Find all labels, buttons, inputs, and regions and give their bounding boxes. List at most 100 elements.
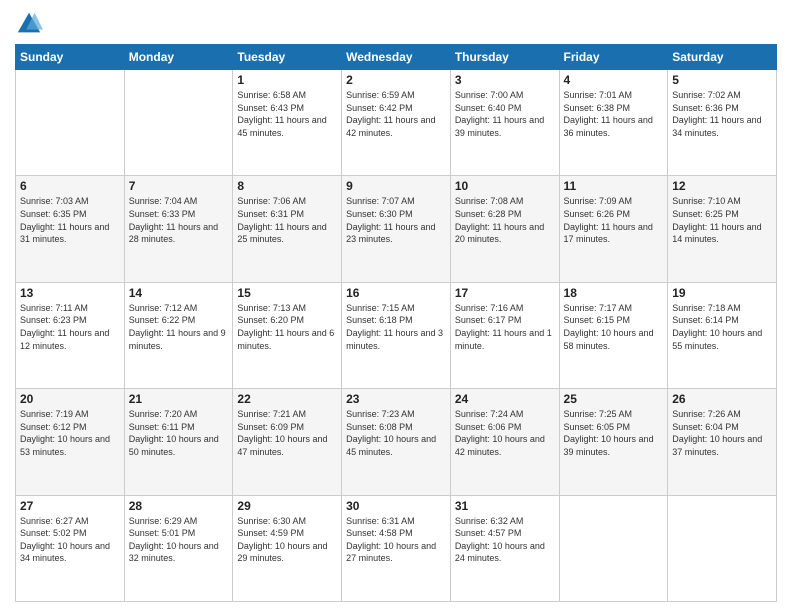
day-info: Sunrise: 7:21 AM Sunset: 6:09 PM Dayligh…: [237, 408, 337, 458]
table-row: 10Sunrise: 7:08 AM Sunset: 6:28 PM Dayli…: [450, 176, 559, 282]
table-row: [559, 495, 668, 601]
table-row: 14 Sunrise: 7:12 AM Sunset: 6:22 PM Dayli…: [124, 282, 233, 388]
calendar-week-row: 20 Sunrise: 7:19 AM Sunset: 6:12 PM Dayli…: [16, 389, 777, 495]
day-info: Sunrise: 7:25 AM Sunset: 6:05 PM Dayligh…: [564, 408, 664, 458]
day-number: 11: [564, 179, 664, 193]
logo: [15, 10, 47, 38]
day-info: Sunrise: 7:03 AM Sunset: 6:35 PM Dayligh…: [20, 195, 120, 245]
table-row: 17Sunrise: 7:16 AM Sunset: 6:17 PM Dayli…: [450, 282, 559, 388]
day-number: 26: [672, 392, 772, 406]
day-info: Sunrise: 6:30 AM Sunset: 4:59 PM Dayligh…: [237, 515, 337, 565]
day-number: 14: [129, 286, 229, 300]
calendar-week-row: 1 Sunrise: 6:58 AM Sunset: 6:43 PM Daylig…: [16, 70, 777, 176]
header-thursday: Thursday: [450, 45, 559, 70]
day-info: Sunrise: 6:31 AM Sunset: 4:58 PM Dayligh…: [346, 515, 446, 565]
day-info: Sunrise: 7:04 AM Sunset: 6:33 PM Dayligh…: [129, 195, 229, 245]
day-number: 30: [346, 499, 446, 513]
day-info: Sunrise: 6:58 AM Sunset: 6:43 PM Dayligh…: [237, 89, 337, 139]
calendar-week-row: 27 Sunrise: 6:27 AM Sunset: 5:02 PM Dayli…: [16, 495, 777, 601]
header: [15, 10, 777, 38]
day-number: 8: [237, 179, 337, 193]
day-number: 20: [20, 392, 120, 406]
table-row: 12Sunrise: 7:10 AM Sunset: 6:25 PM Dayli…: [668, 176, 777, 282]
day-number: 6: [20, 179, 120, 193]
table-row: 8 Sunrise: 7:06 AM Sunset: 6:31 PM Daylig…: [233, 176, 342, 282]
calendar-week-row: 6 Sunrise: 7:03 AM Sunset: 6:35 PM Daylig…: [16, 176, 777, 282]
day-number: 16: [346, 286, 446, 300]
day-info: Sunrise: 7:06 AM Sunset: 6:31 PM Dayligh…: [237, 195, 337, 245]
day-info: Sunrise: 7:11 AM Sunset: 6:23 PM Dayligh…: [20, 302, 120, 352]
table-row: 22 Sunrise: 7:21 AM Sunset: 6:09 PM Dayli…: [233, 389, 342, 495]
day-info: Sunrise: 7:17 AM Sunset: 6:15 PM Dayligh…: [564, 302, 664, 352]
day-number: 27: [20, 499, 120, 513]
table-row: 9Sunrise: 7:07 AM Sunset: 6:30 PM Daylig…: [342, 176, 451, 282]
table-row: 16 Sunrise: 7:15 AM Sunset: 6:18 PM Dayli…: [342, 282, 451, 388]
day-number: 24: [455, 392, 555, 406]
header-sunday: Sunday: [16, 45, 125, 70]
table-row: 1 Sunrise: 6:58 AM Sunset: 6:43 PM Daylig…: [233, 70, 342, 176]
day-number: 4: [564, 73, 664, 87]
table-row: 26 Sunrise: 7:26 AM Sunset: 6:04 PM Dayli…: [668, 389, 777, 495]
header-saturday: Saturday: [668, 45, 777, 70]
table-row: 4Sunrise: 7:01 AM Sunset: 6:38 PM Daylig…: [559, 70, 668, 176]
table-row: 5 Sunrise: 7:02 AM Sunset: 6:36 PM Daylig…: [668, 70, 777, 176]
day-info: Sunrise: 7:18 AM Sunset: 6:14 PM Dayligh…: [672, 302, 772, 352]
calendar-table: Sunday Monday Tuesday Wednesday Thursday…: [15, 44, 777, 602]
table-row: 20 Sunrise: 7:19 AM Sunset: 6:12 PM Dayli…: [16, 389, 125, 495]
calendar-week-row: 13 Sunrise: 7:11 AM Sunset: 6:23 PM Dayli…: [16, 282, 777, 388]
table-row: 31 Sunrise: 6:32 AM Sunset: 4:57 PM Dayli…: [450, 495, 559, 601]
day-info: Sunrise: 7:19 AM Sunset: 6:12 PM Dayligh…: [20, 408, 120, 458]
day-number: 29: [237, 499, 337, 513]
day-number: 22: [237, 392, 337, 406]
day-number: 31: [455, 499, 555, 513]
day-number: 2: [346, 73, 446, 87]
table-row: [16, 70, 125, 176]
table-row: [124, 70, 233, 176]
table-row: 29 Sunrise: 6:30 AM Sunset: 4:59 PM Dayli…: [233, 495, 342, 601]
day-info: Sunrise: 7:20 AM Sunset: 6:11 PM Dayligh…: [129, 408, 229, 458]
day-info: Sunrise: 7:26 AM Sunset: 6:04 PM Dayligh…: [672, 408, 772, 458]
day-number: 3: [455, 73, 555, 87]
table-row: 6 Sunrise: 7:03 AM Sunset: 6:35 PM Daylig…: [16, 176, 125, 282]
day-info: Sunrise: 7:08 AM Sunset: 6:28 PM Dayligh…: [455, 195, 555, 245]
header-friday: Friday: [559, 45, 668, 70]
table-row: 19Sunrise: 7:18 AM Sunset: 6:14 PM Dayli…: [668, 282, 777, 388]
table-row: 18 Sunrise: 7:17 AM Sunset: 6:15 PM Dayli…: [559, 282, 668, 388]
day-number: 9: [346, 179, 446, 193]
day-info: Sunrise: 7:13 AM Sunset: 6:20 PM Dayligh…: [237, 302, 337, 352]
day-info: Sunrise: 7:12 AM Sunset: 6:22 PM Dayligh…: [129, 302, 229, 352]
table-row: 27 Sunrise: 6:27 AM Sunset: 5:02 PM Dayli…: [16, 495, 125, 601]
table-row: 30 Sunrise: 6:31 AM Sunset: 4:58 PM Dayli…: [342, 495, 451, 601]
table-row: [668, 495, 777, 601]
day-info: Sunrise: 7:24 AM Sunset: 6:06 PM Dayligh…: [455, 408, 555, 458]
header-tuesday: Tuesday: [233, 45, 342, 70]
header-wednesday: Wednesday: [342, 45, 451, 70]
day-info: Sunrise: 6:32 AM Sunset: 4:57 PM Dayligh…: [455, 515, 555, 565]
day-info: Sunrise: 7:00 AM Sunset: 6:40 PM Dayligh…: [455, 89, 555, 139]
table-row: 23 Sunrise: 7:23 AM Sunset: 6:08 PM Dayli…: [342, 389, 451, 495]
day-number: 25: [564, 392, 664, 406]
table-row: 15 Sunrise: 7:13 AM Sunset: 6:20 PM Dayli…: [233, 282, 342, 388]
day-info: Sunrise: 7:23 AM Sunset: 6:08 PM Dayligh…: [346, 408, 446, 458]
page: Sunday Monday Tuesday Wednesday Thursday…: [0, 0, 792, 612]
day-number: 28: [129, 499, 229, 513]
table-row: 11Sunrise: 7:09 AM Sunset: 6:26 PM Dayli…: [559, 176, 668, 282]
table-row: 24 Sunrise: 7:24 AM Sunset: 6:06 PM Dayli…: [450, 389, 559, 495]
day-number: 15: [237, 286, 337, 300]
day-number: 7: [129, 179, 229, 193]
day-info: Sunrise: 7:02 AM Sunset: 6:36 PM Dayligh…: [672, 89, 772, 139]
day-number: 23: [346, 392, 446, 406]
day-number: 5: [672, 73, 772, 87]
day-info: Sunrise: 6:59 AM Sunset: 6:42 PM Dayligh…: [346, 89, 446, 139]
table-row: 7 Sunrise: 7:04 AM Sunset: 6:33 PM Daylig…: [124, 176, 233, 282]
weekday-header-row: Sunday Monday Tuesday Wednesday Thursday…: [16, 45, 777, 70]
table-row: 21Sunrise: 7:20 AM Sunset: 6:11 PM Dayli…: [124, 389, 233, 495]
day-number: 1: [237, 73, 337, 87]
day-number: 17: [455, 286, 555, 300]
day-number: 12: [672, 179, 772, 193]
day-number: 18: [564, 286, 664, 300]
day-info: Sunrise: 6:27 AM Sunset: 5:02 PM Dayligh…: [20, 515, 120, 565]
day-info: Sunrise: 6:29 AM Sunset: 5:01 PM Dayligh…: [129, 515, 229, 565]
day-info: Sunrise: 7:15 AM Sunset: 6:18 PM Dayligh…: [346, 302, 446, 352]
day-number: 13: [20, 286, 120, 300]
